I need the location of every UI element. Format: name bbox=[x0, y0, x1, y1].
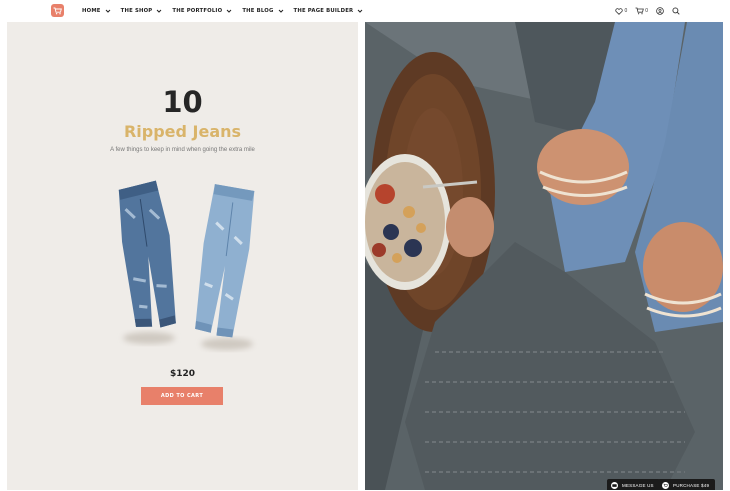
header-tools: 0 0 bbox=[607, 0, 680, 22]
search-button[interactable] bbox=[672, 7, 680, 15]
product-title[interactable]: Ripped Jeans bbox=[7, 121, 358, 143]
purchase-button[interactable]: PURCHASE $49 bbox=[658, 479, 716, 490]
nav-item-page-builder[interactable]: THE PAGE BUILDER bbox=[294, 8, 364, 14]
add-to-cart-button[interactable]: ADD TO CART bbox=[141, 387, 223, 405]
account-button[interactable] bbox=[656, 7, 664, 15]
product-price: $120 bbox=[169, 369, 196, 379]
nav-item-label: THE PAGE BUILDER bbox=[293, 8, 354, 14]
product-panel: 10 Ripped Jeans A few things to keep in … bbox=[7, 22, 358, 490]
purchase-label: PURCHASE $49 bbox=[673, 483, 710, 488]
site-header: HOME THE SHOP THE PORTFOLIO THE BLOG THE… bbox=[0, 0, 730, 22]
cart-count: 0 bbox=[645, 8, 648, 14]
cart-logo-icon[interactable] bbox=[51, 4, 64, 17]
nav-item-label: HOME bbox=[82, 8, 101, 14]
nav-item-portfolio[interactable]: THE PORTFOLIO bbox=[172, 8, 232, 14]
search-icon bbox=[672, 7, 680, 15]
chevron-down-icon bbox=[105, 9, 110, 13]
nav-item-shop[interactable]: THE SHOP bbox=[121, 8, 163, 14]
nav-item-label: THE BLOG bbox=[242, 8, 274, 14]
user-icon bbox=[656, 7, 664, 15]
wishlist-count: 0 bbox=[624, 8, 628, 14]
chat-icon bbox=[611, 482, 618, 489]
nav-item-label: THE SHOP bbox=[120, 8, 153, 14]
light-jeans bbox=[195, 184, 255, 338]
lifestyle-image bbox=[365, 22, 723, 490]
heart-icon bbox=[615, 7, 624, 15]
chevron-down-icon bbox=[357, 9, 363, 13]
cart-logo-glyph bbox=[53, 7, 62, 14]
chevron-down-icon bbox=[278, 9, 283, 13]
dark-jeans bbox=[118, 180, 176, 328]
cart-badge-icon bbox=[662, 482, 669, 489]
lifestyle-photo: MESSAGE US PURCHASE $49 bbox=[365, 22, 723, 490]
product-image[interactable] bbox=[107, 176, 267, 356]
nav-item-label: THE PORTFOLIO bbox=[172, 8, 223, 14]
wishlist-button[interactable]: 0 bbox=[615, 7, 628, 15]
main-nav: HOME THE SHOP THE PORTFOLIO THE BLOG THE… bbox=[82, 0, 373, 22]
product-number: 10 bbox=[162, 85, 203, 119]
chevron-down-icon bbox=[157, 9, 162, 13]
chevron-down-icon bbox=[226, 9, 232, 13]
product-subtitle: A few things to keep in mind when going … bbox=[110, 147, 255, 153]
nav-item-home[interactable]: HOME bbox=[82, 8, 111, 14]
nav-item-blog[interactable]: THE BLOG bbox=[242, 8, 283, 14]
cart-icon bbox=[635, 7, 645, 15]
cart-button[interactable]: 0 bbox=[635, 7, 648, 15]
message-us-button[interactable]: MESSAGE US bbox=[607, 479, 660, 490]
message-us-label: MESSAGE US bbox=[622, 483, 654, 488]
